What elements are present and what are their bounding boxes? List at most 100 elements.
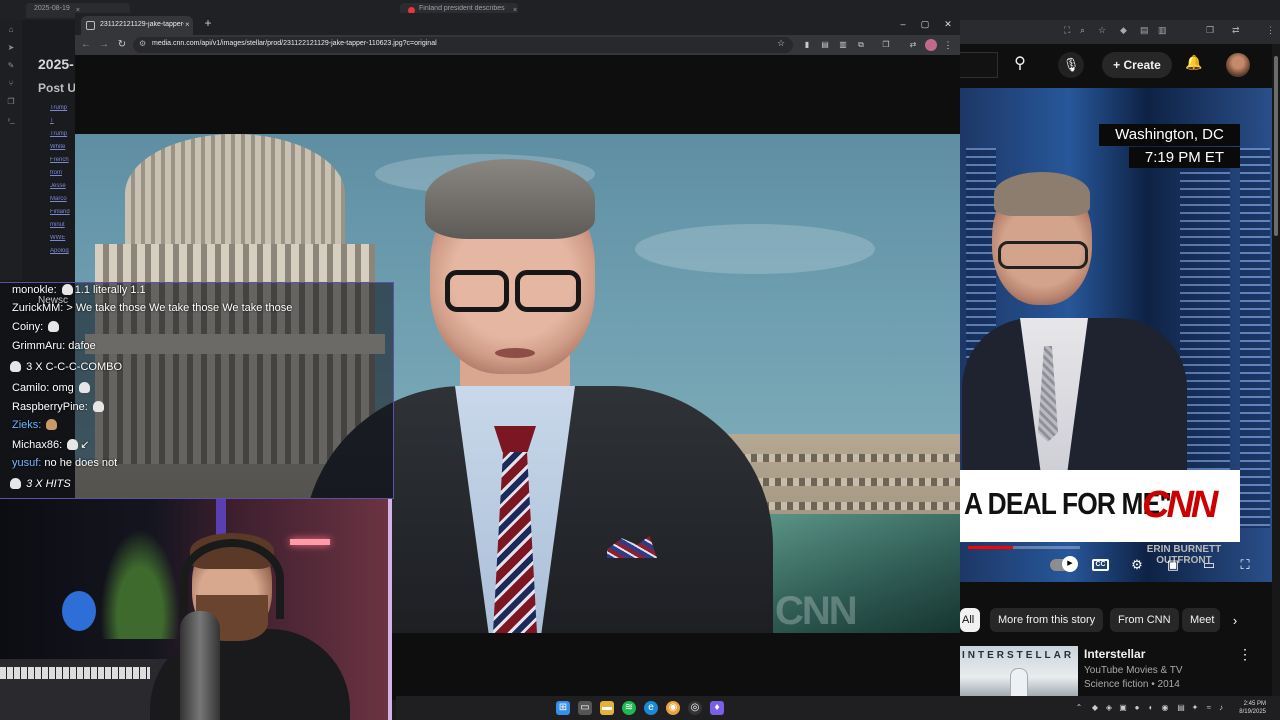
maximize-button[interactable]: ▢ (917, 17, 933, 31)
task-view-icon[interactable]: ▭ (578, 701, 592, 715)
obs-icon[interactable]: ◎ (688, 701, 702, 715)
app-icon[interactable]: ♦ (710, 701, 724, 715)
extension-icon[interactable]: ⇄ (1232, 25, 1240, 36)
background-link[interactable]: Trump (50, 131, 76, 137)
edge-icon[interactable]: e (644, 701, 658, 715)
chip-from-cnn[interactable]: From CNN (1110, 608, 1179, 632)
notifications-bell-icon[interactable]: 🔔 (1184, 54, 1204, 74)
extension-icon[interactable]: ▮ (801, 39, 813, 51)
reload-icon[interactable]: ↻ (115, 38, 129, 52)
close-window-button[interactable]: ✕ (940, 17, 956, 31)
avatar[interactable] (1226, 53, 1250, 77)
profile-avatar[interactable] (925, 39, 937, 51)
chip-all[interactable]: All (960, 608, 980, 632)
chip-meet[interactable]: Meet (1182, 608, 1220, 632)
background-link[interactable]: minut (50, 222, 76, 228)
chat-username: GrimmAru: (12, 340, 66, 352)
background-link[interactable]: Jesse (50, 183, 76, 189)
background-link[interactable]: White (50, 144, 76, 150)
site-info-icon[interactable]: ⚙ (139, 39, 146, 48)
terminal-icon[interactable]: ›_ (0, 112, 22, 128)
branch-icon[interactable]: ⑂ (0, 76, 22, 92)
video-progress-bar[interactable] (968, 546, 1080, 549)
extension-icon[interactable]: ◆ (1120, 25, 1127, 36)
close-icon[interactable]: × (185, 20, 190, 29)
zoom-icon[interactable]: ⌕ (1080, 25, 1085, 36)
bookmark-star-icon[interactable]: ☆ (777, 38, 785, 49)
background-link[interactable]: Marco (50, 196, 76, 202)
forward-icon[interactable]: → (97, 38, 111, 52)
recommendation-channel[interactable]: YouTube Movies & TV (1084, 665, 1183, 676)
spotify-icon[interactable]: ≋ (622, 701, 636, 715)
background-page-date: 2025- (38, 56, 74, 72)
settings-gear-icon[interactable]: ⚙ (1126, 556, 1148, 574)
url-text[interactable]: media.cnn.com/api/v1/images/stellar/prod… (152, 40, 437, 47)
background-link[interactable]: Finland (50, 209, 76, 215)
create-button[interactable]: + Create (1102, 52, 1172, 78)
star-icon[interactable]: ☆ (1098, 25, 1106, 36)
more-options-icon[interactable]: ⋮ (1238, 646, 1252, 666)
miniplayer-icon[interactable]: ▣ (1162, 556, 1184, 574)
recommendation-thumbnail[interactable]: INTERSTELLAR (960, 646, 1078, 698)
extension-icon[interactable]: ⇄ (907, 39, 919, 51)
tray-app-icon[interactable]: ◆ (1090, 702, 1100, 714)
microphone-icon[interactable]: 🎙 (1058, 52, 1084, 78)
tray-app-icon[interactable]: ✦ (1190, 702, 1200, 714)
background-link[interactable]: Trump (50, 105, 76, 111)
theater-mode-icon[interactable]: ▭ (1198, 556, 1220, 574)
fullscreen-icon[interactable]: ⛶ (1234, 556, 1256, 574)
window-restore-icon[interactable]: ❐ (1206, 25, 1214, 36)
extension-icon[interactable]: ▤ (1140, 25, 1149, 36)
windows-start-icon[interactable]: ⊞ (556, 701, 570, 715)
background-link[interactable]: French (50, 157, 76, 163)
tray-app-icon[interactable]: ◈ (1104, 702, 1114, 714)
send-icon[interactable]: ➤ (0, 40, 22, 56)
tray-app-icon[interactable]: ◉ (1160, 702, 1170, 714)
back-icon[interactable]: ← (79, 38, 93, 52)
copy-icon[interactable]: ❐ (0, 94, 22, 110)
address-bar[interactable]: ⚙ media.cnn.com/api/v1/images/stellar/pr… (133, 37, 793, 53)
chrome-icon[interactable]: ◉ (666, 701, 680, 715)
background-link[interactable]: T (50, 118, 76, 124)
menu-icon[interactable]: ⋮ (1266, 25, 1275, 36)
scrollbar[interactable] (1272, 44, 1280, 700)
chip-more-from-this-story[interactable]: More from this story (990, 608, 1104, 632)
chevron-right-icon[interactable]: › (1226, 612, 1244, 630)
recommendation-title[interactable]: Interstellar (1084, 647, 1145, 661)
extension-icon[interactable]: ⛶ (1064, 25, 1070, 36)
window-restore-icon[interactable]: ❐ (880, 39, 892, 51)
tab-image[interactable]: 231122121129-jake-tapper-11 × (81, 16, 193, 35)
tray-app-icon[interactable]: ● (1132, 702, 1142, 714)
extension-icon[interactable]: ▤ (819, 39, 831, 51)
tray-app-icon[interactable]: ▣ (1118, 702, 1128, 714)
extensions-puzzle-icon[interactable]: ⧉ (855, 39, 867, 51)
tray-app-icon[interactable]: ▤ (1176, 702, 1186, 714)
chat-message: Zieks: (12, 419, 59, 431)
background-link[interactable]: WWE (50, 235, 76, 241)
background-link[interactable]: from (50, 170, 76, 176)
file-explorer-icon[interactable]: ▬ (600, 701, 614, 715)
windows-taskbar: ⊞ ▭ ▬ ≋ e ◉ ◎ ♦ ⌃ ◆ ◈ ▣ ● ◐ ◉ ▤ ✦ ≈ ♪ (396, 696, 1280, 720)
captions-button[interactable]: CC (1092, 559, 1109, 571)
scrollbar-thumb[interactable] (1274, 56, 1278, 236)
extension-icon[interactable]: ▥ (837, 39, 849, 51)
volume-icon[interactable]: ♪ (1216, 702, 1226, 714)
chat-message: monokle: 1.1 literally 1.1 (12, 284, 146, 296)
background-link[interactable]: Apolog (50, 248, 76, 254)
image-favicon-icon (86, 21, 95, 30)
wifi-icon[interactable]: ≈ (1204, 702, 1214, 714)
chat-username: Coiny: (12, 321, 44, 333)
bookmark-icon[interactable]: ⌂ (0, 22, 22, 38)
autoplay-toggle[interactable] (1050, 556, 1078, 572)
tray-expand-icon[interactable]: ⌃ (1074, 702, 1084, 714)
background-tab-label: 2025-08-19 (34, 5, 70, 12)
new-tab-button[interactable]: + (201, 16, 215, 30)
search-icon[interactable]: ⚲ (1006, 53, 1034, 77)
menu-icon[interactable]: ⋮ (943, 38, 953, 52)
search-input[interactable] (960, 52, 998, 78)
minimize-button[interactable]: – (895, 17, 911, 31)
edit-icon[interactable]: ✎ (0, 58, 22, 74)
taskbar-clock[interactable]: 2:45 PM 8/19/2025 (1226, 700, 1266, 716)
tray-app-icon[interactable]: ◐ (1146, 702, 1156, 714)
extension-icon[interactable]: ▥ (1158, 25, 1167, 36)
